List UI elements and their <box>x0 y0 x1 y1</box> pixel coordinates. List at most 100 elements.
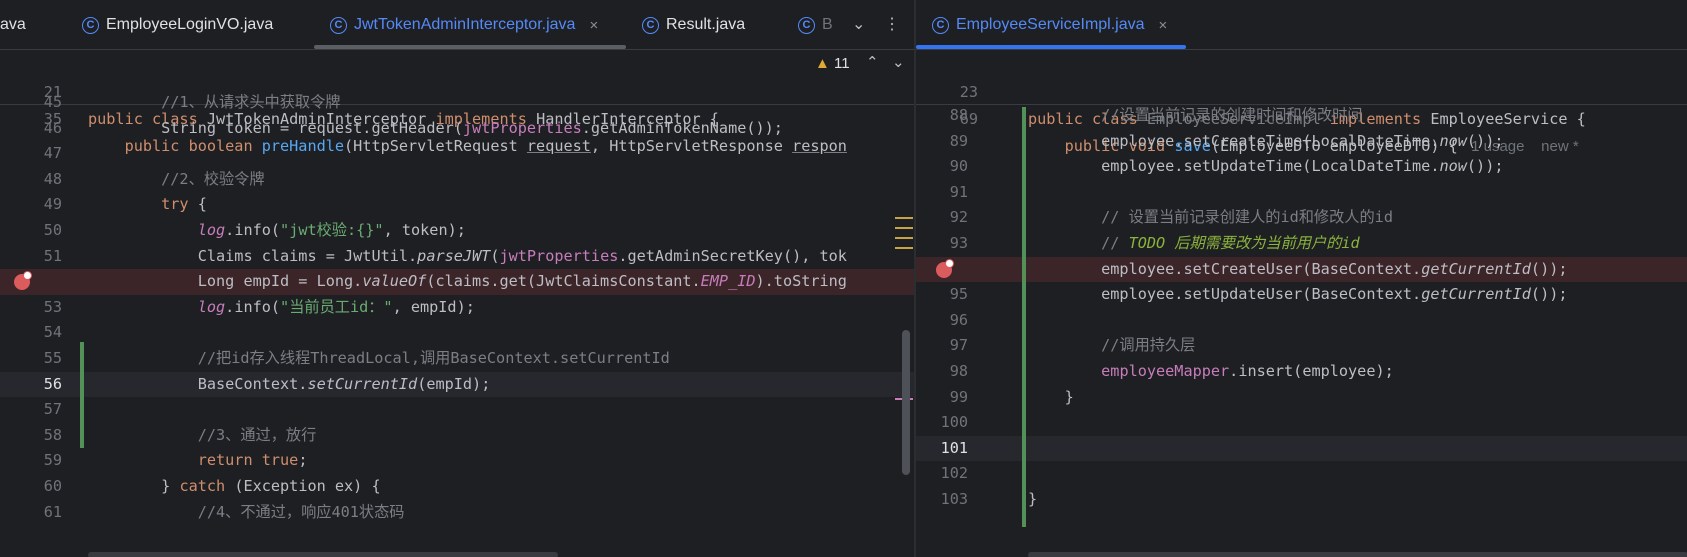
line-number[interactable]: 50 <box>0 218 62 244</box>
code-line[interactable]: 94 employee.setCreateUser(BaseContext.ge… <box>916 256 1687 283</box>
code-line[interactable]: 50 log.info("jwt校验:{}", token); <box>0 218 914 244</box>
code-line[interactable]: 90 employee.setUpdateTime(LocalDateTime.… <box>916 154 1687 180</box>
code-line[interactable]: 96 <box>916 308 1687 334</box>
code-line[interactable]: 54 <box>0 320 914 346</box>
tab-truncated[interactable]: C B <box>798 0 833 50</box>
code-text: } <box>1028 385 1074 411</box>
line-number[interactable]: 47 <box>0 141 62 167</box>
line-number[interactable]: 55 <box>0 346 62 372</box>
code-line[interactable]: 100 <box>916 410 1687 436</box>
close-icon[interactable]: × <box>1159 17 1168 34</box>
code-line[interactable]: 93 // TODO 后期需要改为当前用户的id <box>916 231 1687 257</box>
code-line[interactable]: 49 try { <box>0 192 914 218</box>
code-token: //2、校验令牌 <box>88 169 265 188</box>
code-line[interactable]: 59 return true; <box>0 448 914 474</box>
code-line[interactable]: 46 String token = request.getHeader(jwtP… <box>0 116 914 142</box>
line-number[interactable]: 60 <box>0 474 62 500</box>
line-number[interactable]: 99 <box>916 385 968 411</box>
line-number[interactable]: 91 <box>916 180 968 206</box>
code-line[interactable]: 88 //设置当前记录的创建时间和修改时间 <box>916 103 1687 129</box>
chevron-down-icon[interactable]: ⌄ <box>852 14 865 34</box>
horizontal-scrollbar[interactable] <box>1028 552 1687 557</box>
line-number[interactable]: 95 <box>916 282 968 308</box>
line-number[interactable]: 90 <box>916 154 968 180</box>
tab-label: ava <box>0 16 26 33</box>
tab-result[interactable]: C Result.java <box>642 0 745 50</box>
warnings-indicator[interactable]: ▲ 11 <box>815 55 850 72</box>
code-line[interactable]: 47 <box>0 141 914 167</box>
warning-stripe <box>895 237 913 239</box>
line-number[interactable]: 54 <box>0 320 62 346</box>
code-line[interactable]: 55 //把id存入线程ThreadLocal,调用BaseContext.se… <box>0 346 914 372</box>
warning-stripe <box>895 227 913 229</box>
tab-employee-login-vo[interactable]: C EmployeeLoginVO.java <box>82 0 273 50</box>
code-line[interactable]: 52 Long empId = Long.valueOf(claims.get(… <box>0 269 914 295</box>
tab-label: B <box>822 16 833 33</box>
line-number[interactable]: 92 <box>916 205 968 231</box>
code-line[interactable]: 56 BaseContext.setCurrentId(empId); <box>0 371 914 398</box>
horizontal-scrollbar[interactable] <box>88 552 558 557</box>
code-token: , empId); <box>392 297 475 316</box>
line-number[interactable]: 89 <box>916 129 968 155</box>
code-line[interactable]: 48 //2、校验令牌 <box>0 167 914 193</box>
breakpoint-icon[interactable] <box>14 271 32 291</box>
line-number[interactable]: 100 <box>916 410 968 436</box>
code-token: } <box>1028 490 1038 508</box>
code-line[interactable]: 57 <box>0 397 914 423</box>
tab-partial-java[interactable]: ava <box>0 0 26 50</box>
code-line[interactable]: 89 employee.setCreateTime(LocalDateTime.… <box>916 129 1687 155</box>
close-icon[interactable]: × <box>589 17 598 34</box>
line-number[interactable]: 46 <box>0 116 62 142</box>
code-line[interactable]: 53 log.info("当前员工id：", empId); <box>0 295 914 321</box>
line-number[interactable]: 59 <box>0 448 62 474</box>
more-vertical-icon[interactable]: ⋮ <box>884 14 900 34</box>
line-number[interactable]: 88 <box>916 103 968 129</box>
code-line[interactable]: 92 // 设置当前记录创建人的id和修改人的id <box>916 205 1687 231</box>
code-line[interactable]: 95 employee.setUpdateUser(BaseContext.ge… <box>916 282 1687 308</box>
vertical-scrollbar[interactable] <box>902 330 910 475</box>
code-token: (empId); <box>417 374 491 393</box>
tab-jwt-token-admin-interceptor[interactable]: C JwtTokenAdminInterceptor.java × <box>330 0 598 50</box>
line-number[interactable]: 48 <box>0 167 62 193</box>
line-number[interactable]: 58 <box>0 423 62 449</box>
chevron-up-icon[interactable]: ⌃ <box>866 53 879 71</box>
line-number[interactable]: 96 <box>916 308 968 334</box>
code-line[interactable]: 101 <box>916 435 1687 462</box>
code-line[interactable]: 61 //4、不通过，响应401状态码 <box>0 500 914 526</box>
code-token: EMP_ID <box>700 272 756 291</box>
line-number[interactable]: 93 <box>916 231 968 257</box>
code-token: //4、不通过，响应401状态码 <box>88 502 405 521</box>
code-line[interactable]: 91 <box>916 180 1687 206</box>
code-text: // TODO 后期需要改为当前用户的id <box>1028 231 1360 257</box>
code-line[interactable]: 98 employeeMapper.insert(employee); <box>916 359 1687 385</box>
line-number[interactable]: 98 <box>916 359 968 385</box>
chevron-down-icon[interactable]: ⌄ <box>892 53 905 71</box>
line-number[interactable]: 101 <box>916 436 968 462</box>
line-number[interactable]: 102 <box>916 461 968 487</box>
line-number[interactable]: 45 <box>0 90 62 116</box>
code-token: jwtProperties <box>462 118 582 137</box>
breakpoint-icon[interactable] <box>936 258 954 278</box>
code-token: parseJWT <box>417 246 491 265</box>
line-number[interactable]: 57 <box>0 397 62 423</box>
line-number[interactable]: 61 <box>0 500 62 526</box>
code-token: .getAdminTokenName()); <box>581 118 783 137</box>
line-number[interactable]: 49 <box>0 192 62 218</box>
code-line[interactable]: 103} <box>916 487 1687 513</box>
class-icon: C <box>82 16 99 34</box>
line-number[interactable]: 51 <box>0 244 62 270</box>
code-line[interactable]: 99 } <box>916 385 1687 411</box>
code-token: String token = request.getHeader( <box>88 118 463 137</box>
line-number[interactable]: 103 <box>916 487 968 513</box>
line-number[interactable]: 97 <box>916 333 968 359</box>
code-text: //3、通过，放行 <box>88 423 317 449</box>
code-line[interactable]: 97 //调用持久层 <box>916 333 1687 359</box>
code-line[interactable]: 60 } catch (Exception ex) { <box>0 474 914 500</box>
line-number[interactable]: 56 <box>0 372 62 398</box>
code-line[interactable]: 45 //1、从请求头中获取令牌 <box>0 90 914 116</box>
line-number[interactable]: 53 <box>0 295 62 321</box>
code-line[interactable]: 51 Claims claims = JwtUtil.parseJWT(jwtP… <box>0 244 914 270</box>
code-line[interactable]: 102 <box>916 461 1687 487</box>
tab-employee-service-impl[interactable]: C EmployeeServiceImpl.java × <box>932 0 1167 50</box>
code-line[interactable]: 58 //3、通过，放行 <box>0 423 914 449</box>
